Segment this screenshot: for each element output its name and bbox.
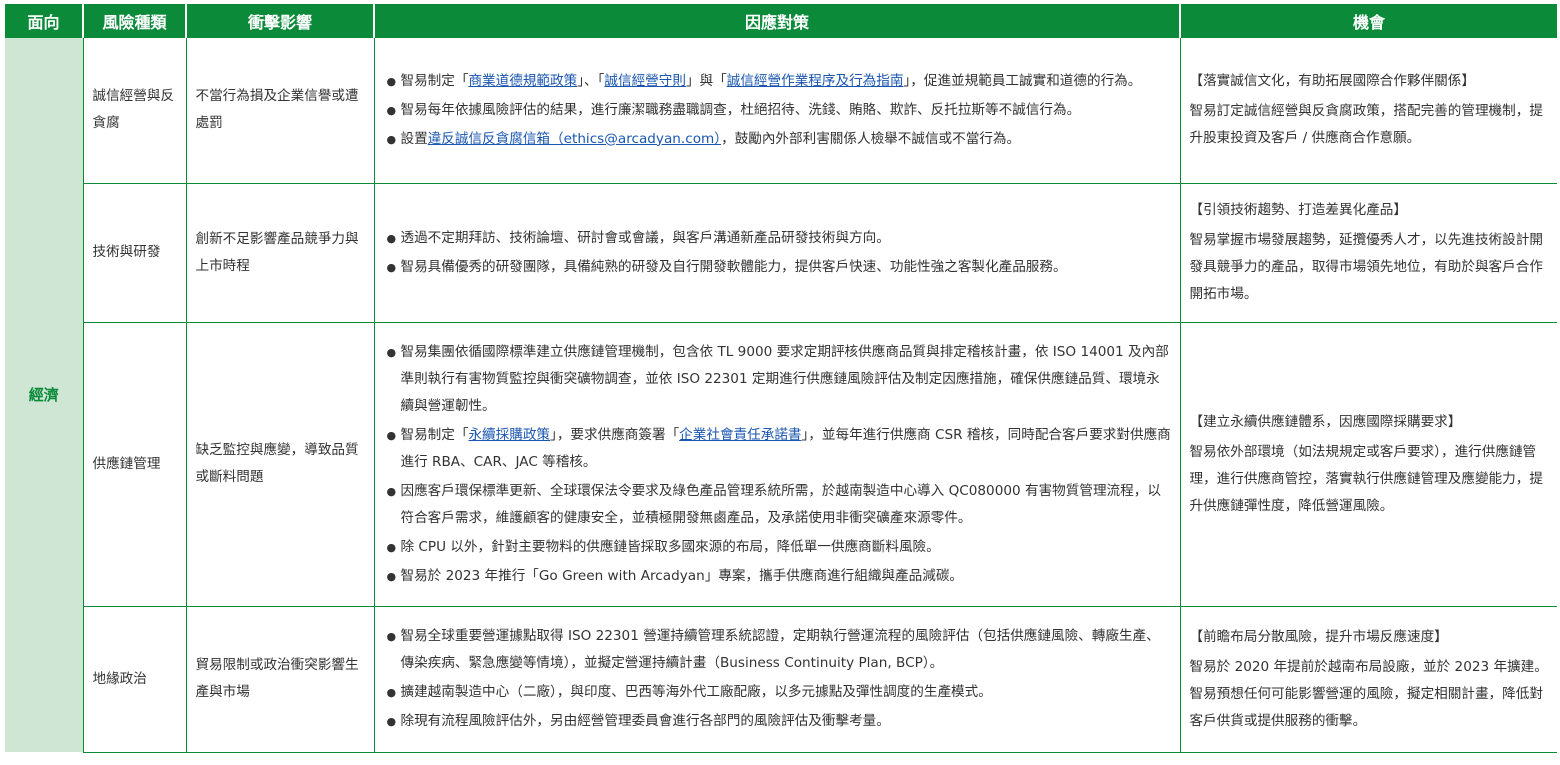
bullet-icon: ●: [386, 260, 397, 274]
table-row: 地緣政治 貿易限制或政治衝突影響生產與市場 ● 智易全球重要營運據點取得 ISO …: [5, 606, 1557, 753]
opportunity-body: 智易依外部環境（如法規規定或客戶要求），進行供應鏈管理，進行供應商管控，落實執行…: [1189, 443, 1543, 514]
bullet-icon: ●: [386, 428, 397, 442]
measure-item: ● 智易集團依循國際標準建立供應鏈管理機制，包含依 TL 9000 要求定期評核供…: [384, 339, 1172, 420]
policy-link[interactable]: 企業社會責任承諾書: [679, 427, 801, 443]
measure-text: 智易具備優秀的研發團隊，具備純熟的研發及自行開發軟體能力，提供客戶快速、功能性強…: [400, 258, 1067, 275]
opportunity-title: 【引領技術趨勢、打造差異化產品】: [1189, 202, 1408, 218]
measure-text: 智易每年依據風險評估的結果，進行廉潔職務盡職調查，杜絕招待、洗錢、賄賂、欺詐、反…: [400, 101, 1081, 118]
bullet-icon: ●: [386, 630, 397, 643]
policy-link[interactable]: 永續採購政策: [468, 427, 550, 443]
measures-list: ● 透過不定期拜訪、技術論壇、研討會或會議，與客戶溝通新產品研發技術與方向。 ● 智易…: [384, 225, 1172, 281]
header-opportunity: 機會: [1180, 4, 1557, 38]
policy-link[interactable]: 違反誠信反貪腐信箱（ethics@arcadyan.com）: [428, 131, 721, 147]
bullet-icon: ●: [386, 540, 397, 554]
measure-text: 」，要求供應商簽署「: [550, 426, 680, 443]
opportunity-body: 智易掌握市場發展趨勢，延攬優秀人才，以先進技術設計開發具競爭力的產品，取得市場領…: [1189, 232, 1543, 302]
measures-cell: ● 智易制定「商業道德規範政策」、「誠信經營守則」與「誠信經營作業程序及行為指南」…: [373, 38, 1180, 184]
bullet-icon: ●: [386, 569, 397, 583]
measure-text: 智易全球重要營運據點取得 ISO 22301 營運持續管理系統認證，定期執行營運…: [400, 628, 1160, 671]
risk-table: 面向 風險種類 衝擊影響 因應對策 機會 經濟 誠信經營與反貪腐 不當行為損及企…: [5, 4, 1557, 753]
measure-text: 」、「: [577, 72, 605, 89]
measure-item: ● 因應客戶環保標準更新、全球環保法令要求及綠色產品管理系統所需，於越南製造中心導…: [384, 478, 1172, 532]
opportunity-body: 智易訂定誠信經營與反貪腐政策，搭配完善的管理機制，提升股東投資及客戶 / 供應商…: [1189, 103, 1543, 147]
risk-type-cell: 誠信經營與反貪腐: [82, 38, 186, 184]
bullet-icon: ●: [386, 231, 397, 245]
measure-item: ● 智易全球重要營運據點取得 ISO 22301 營運持續管理系統認證，定期執行營…: [384, 623, 1172, 677]
header-impact: 衝擊影響: [186, 4, 375, 38]
policy-link[interactable]: 誠信經營守則: [604, 73, 686, 89]
opportunity-cell: 【落實誠信文化，有助拓展國際合作夥伴關係】 智易訂定誠信經營與反貪腐政策，搭配完…: [1179, 38, 1557, 184]
opportunity-cell: 【建立永續供應鏈體系，因應國際採購要求】 智易依外部環境（如法規規定或客戶要求）…: [1179, 322, 1557, 607]
measures-list: ● 智易集團依循國際標準建立供應鏈管理機制，包含依 TL 9000 要求定期評核供…: [384, 339, 1172, 590]
risk-type-cell: 供應鏈管理: [82, 322, 186, 607]
risk-type-cell: 地緣政治: [82, 606, 186, 753]
opportunity-title: 【前瞻布局分散風險，提升市場反應速度】: [1189, 628, 1448, 645]
opportunity-title: 【建立永續供應鏈體系，因應國際採購要求】: [1189, 413, 1462, 430]
impact-cell: 不當行為損及企業信譽或遭處罰: [185, 38, 374, 184]
measure-item: ● 除 CPU 以外，針對主要物料的供應鏈皆採取多國來源的布局，降低單一供應商斷料…: [384, 534, 1172, 561]
aspect-cell: 經濟: [5, 38, 83, 752]
bullet-icon: ●: [386, 345, 397, 359]
measures-list: ● 智易制定「商業道德規範政策」、「誠信經營守則」與「誠信經營作業程序及行為指南」…: [384, 68, 1172, 153]
impact-cell: 缺乏監控與應變，導致品質或斷料問題: [185, 322, 374, 607]
measure-item: ● 智易制定「永續採購政策」，要求供應商簽署「企業社會責任承諾書」，並每年進行供應…: [384, 422, 1172, 476]
header-aspect: 面向: [5, 4, 84, 38]
measure-text: 因應客戶環保標準更新、全球環保法令要求及綠色產品管理系統所需，於越南製造中心導入…: [400, 482, 1161, 526]
impact-cell: 創新不足影響產品競爭力與上市時程: [185, 183, 374, 323]
bullet-icon: ●: [386, 686, 397, 699]
measure-text: 透過不定期拜訪、技術論壇、研討會或會議，與客戶溝通新產品研發技術與方向。: [400, 229, 890, 246]
measure-item: ● 智易於 2023 年推行「Go Green with Arcadyan」專案，…: [384, 563, 1172, 590]
measure-text: 智易集團依循國際標準建立供應鏈管理機制，包含依 TL 9000 要求定期評核供應…: [400, 343, 1169, 414]
opportunity-cell: 【前瞻布局分散風險，提升市場反應速度】 智易於 2020 年提前於越南布局設廠，…: [1179, 606, 1557, 753]
measures-list: ● 智易全球重要營運據點取得 ISO 22301 營運持續管理系統認證，定期執行營…: [384, 623, 1172, 735]
measure-text: 智易於 2023 年推行「Go Green with Arcadyan」專案，攜…: [400, 567, 964, 584]
policy-link[interactable]: 商業道德規範政策: [468, 73, 577, 89]
measure-text: 」，促進並規範員工誠實和道德的行為。: [903, 72, 1142, 89]
measure-item: ● 智易制定「商業道德規範政策」、「誠信經營守則」與「誠信經營作業程序及行為指南」…: [384, 68, 1172, 95]
table-row: 經濟 誠信經營與反貪腐 不當行為損及企業信譽或遭處罰 ● 智易制定「商業道德規範政…: [5, 38, 1557, 752]
measures-cell: ● 透過不定期拜訪、技術論壇、研討會或會議，與客戶溝通新產品研發技術與方向。 ● 智易…: [373, 183, 1180, 323]
measure-item: ● 智易每年依據風險評估的結果，進行廉潔職務盡職調查，杜絕招待、洗錢、賄賂、欺詐、…: [384, 97, 1172, 124]
header-measures: 因應對策: [374, 4, 1181, 38]
measures-cell: ● 智易集團依循國際標準建立供應鏈管理機制，包含依 TL 9000 要求定期評核供…: [373, 322, 1180, 607]
table-row: 技術與研發 創新不足影響產品競爭力與上市時程 ● 透過不定期拜訪、技術論壇、研討會…: [5, 183, 1557, 323]
measure-text: 除現有流程風險評估外，另由經營管理委員會進行各部門的風險評估及衝擊考量。: [400, 713, 890, 729]
measure-item: ● 透過不定期拜訪、技術論壇、研討會或會議，與客戶溝通新產品研發技術與方向。: [384, 225, 1172, 252]
measures-cell: ● 智易全球重要營運據點取得 ISO 22301 營運持續管理系統認證，定期執行營…: [373, 606, 1180, 753]
measure-text: 智易制定「: [400, 426, 469, 443]
measure-item: ● 智易具備優秀的研發團隊，具備純熟的研發及自行開發軟體能力，提供客戶快速、功能性…: [384, 254, 1172, 281]
bullet-icon: ●: [386, 484, 397, 498]
measure-text: 」與「: [685, 72, 727, 89]
measure-text: 設置: [400, 130, 428, 147]
bullet-icon: ●: [386, 715, 397, 728]
measure-item: ● 擴建越南製造中心（二廠），與印度、巴西等海外代工廠配廠，以多元據點及彈性調度的…: [384, 679, 1172, 706]
measure-text: 除 CPU 以外，針對主要物料的供應鏈皆採取多國來源的布局，降低單一供應商斷料風…: [400, 538, 940, 555]
opportunity-title: 【落實誠信文化，有助拓展國際合作夥伴關係】: [1189, 73, 1475, 90]
measure-item: ● 設置違反誠信反貪腐信箱（ethics@arcadyan.com），鼓勵內外部利…: [384, 126, 1172, 153]
opportunity-cell: 【引領技術趨勢、打造差異化產品】 智易掌握市場發展趨勢，延攬優秀人才，以先進技術…: [1179, 183, 1557, 323]
bullet-icon: ●: [386, 103, 397, 117]
impact-cell: 貿易限制或政治衝突影響生產與市場: [185, 606, 374, 753]
bullet-icon: ●: [386, 74, 397, 88]
header-row: 面向 風險種類 衝擊影響 因應對策 機會: [5, 4, 1557, 38]
measure-text: 擴建越南製造中心（二廠），與印度、巴西等海外代工廠配廠，以多元據點及彈性調度的生…: [400, 684, 992, 700]
risk-type-cell: 技術與研發: [82, 183, 186, 323]
measure-text: ，鼓勵內外部利害關係人檢舉不誠信或不當行為。: [721, 130, 1021, 147]
measure-item: ● 除現有流程風險評估外，另由經營管理委員會進行各部門的風險評估及衝擊考量。: [384, 708, 1172, 735]
opportunity-body: 智易於 2020 年提前於越南布局設廠，並於 2023 年擴建。智易預想任何可能…: [1189, 658, 1548, 729]
table-row: 供應鏈管理 缺乏監控與應變，導致品質或斷料問題 ● 智易集團依循國際標準建立供應鏈…: [5, 322, 1557, 607]
policy-link[interactable]: 誠信經營作業程序及行為指南: [727, 73, 904, 89]
bullet-icon: ●: [386, 132, 397, 146]
header-risk-type: 風險種類: [83, 4, 187, 38]
measure-text: 智易制定「: [400, 72, 469, 89]
